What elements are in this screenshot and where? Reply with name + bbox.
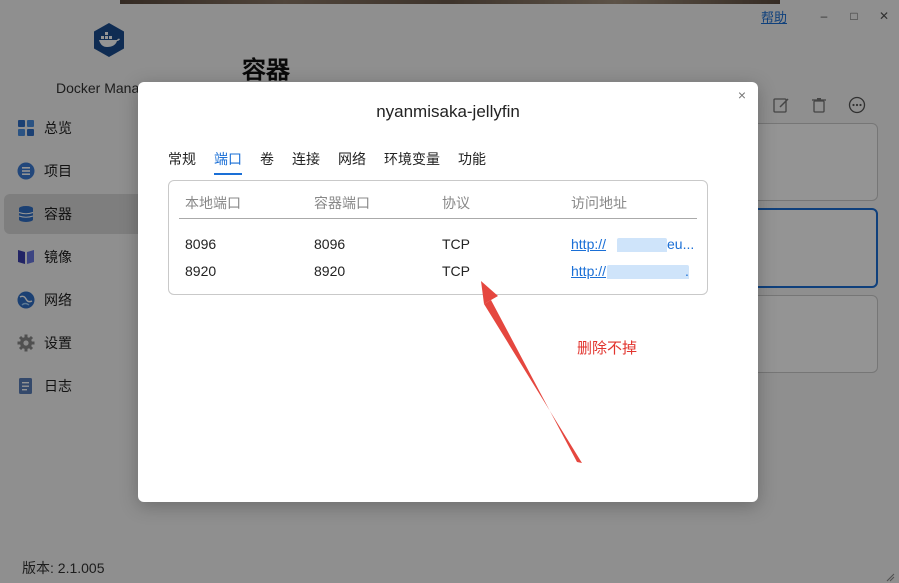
table-row: 8096 8096 TCP http:// eu...: [179, 236, 697, 258]
table-header: 本地端口 容器端口 协议 访问地址: [179, 191, 697, 219]
header-container-port: 容器端口: [314, 195, 370, 211]
tab-links[interactable]: 连接: [292, 149, 320, 175]
container-port: 8096: [314, 236, 346, 252]
access-url-link[interactable]: http:// .: [571, 263, 693, 279]
protocol: TCP: [442, 236, 470, 252]
table-row: 8920 8920 TCP http:// .: [179, 263, 697, 285]
tab-capabilities[interactable]: 功能: [458, 149, 486, 175]
redacted-host: [617, 238, 667, 252]
close-icon[interactable]: ×: [738, 87, 746, 103]
tab-env[interactable]: 环境变量: [384, 149, 440, 175]
protocol: TCP: [442, 263, 470, 279]
local-port: 8096: [185, 236, 217, 252]
header-protocol: 协议: [442, 195, 470, 211]
header-local-port: 本地端口: [185, 195, 241, 211]
url-tail: eu...: [667, 236, 693, 252]
tab-general[interactable]: 常规: [168, 149, 196, 175]
annotation-text: 删除不掉: [577, 340, 638, 357]
tab-network[interactable]: 网络: [338, 149, 366, 175]
container-port: 8920: [314, 263, 346, 279]
tab-volumes[interactable]: 卷: [260, 149, 274, 175]
access-url-link[interactable]: http:// eu...: [571, 236, 693, 252]
redacted-host: [607, 265, 689, 279]
header-access-url: 访问地址: [571, 195, 627, 211]
url-prefix: http://: [571, 263, 607, 279]
port-table: 本地端口 容器端口 协议 访问地址 8096 8096 TCP http:// …: [168, 180, 708, 295]
tab-ports[interactable]: 端口: [214, 149, 242, 175]
dialog-title: nyanmisaka-jellyfin: [376, 102, 520, 121]
dialog-tabs: 常规 端口 卷 连接 网络 环境变量 功能: [168, 149, 504, 175]
url-prefix: http://: [571, 236, 607, 252]
container-detail-dialog: nyanmisaka-jellyfin × 常规 端口 卷 连接 网络 环境变量…: [138, 82, 758, 502]
url-tail: .: [685, 263, 689, 279]
local-port: 8920: [185, 263, 217, 279]
